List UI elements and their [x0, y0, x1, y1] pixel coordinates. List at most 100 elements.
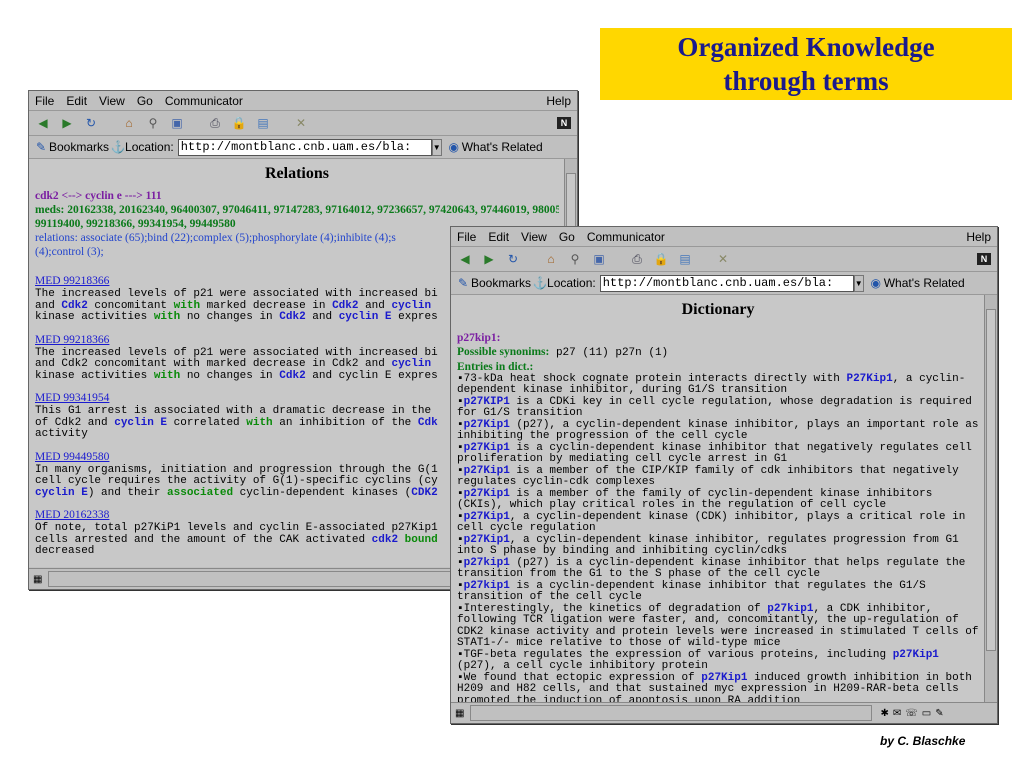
- bullet-icon: ▪: [457, 487, 464, 500]
- bookmarks-icon[interactable]: ✎: [35, 139, 47, 155]
- print-icon[interactable]: ⎙: [629, 251, 645, 267]
- dictionary-entry: ▪p27Kip1, a cyclin-dependent kinase inhi…: [457, 533, 959, 557]
- bullet-icon: ▪: [457, 395, 464, 408]
- entries-label: Entries in dict.:: [457, 360, 534, 373]
- author-credit: by C. Blaschke: [880, 734, 966, 748]
- url-dropdown-icon[interactable]: ▼: [853, 274, 864, 292]
- url-input[interactable]: http://montblanc.cnb.uam.es/bla:: [599, 274, 854, 292]
- dictionary-entry: ▪p27Kip1 (p27), a cyclin-dependent kinas…: [457, 418, 979, 442]
- location-icon: ⚓: [532, 276, 548, 290]
- navigation-toolbar: ◀ ▶ ↻ ⌂ ⚲ ▣ ⎙ 🔒 ▤ ✕ N: [29, 111, 577, 136]
- discussions-icon[interactable]: ☏: [905, 708, 922, 719]
- stop-icon[interactable]: ✕: [293, 115, 309, 131]
- search-icon[interactable]: ⚲: [567, 251, 583, 267]
- home-icon[interactable]: ⌂: [121, 115, 137, 131]
- whats-related-button[interactable]: What's Related: [462, 140, 543, 154]
- bullet-icon: ▪: [457, 464, 464, 477]
- dictionary-content: Dictionary p27kip1: Possible synonims: p…: [451, 295, 985, 703]
- med-link[interactable]: MED 99218366: [35, 275, 109, 287]
- med-link[interactable]: MED 20162338: [35, 509, 109, 521]
- composer-icon[interactable]: ▭: [922, 708, 935, 719]
- reload-icon[interactable]: ↻: [83, 115, 99, 131]
- browser-window-dictionary: File Edit View Go Communicator Help ◀ ▶ …: [450, 226, 998, 724]
- dictionary-entry: ▪p27kip1 is a cyclin-dependent kinase in…: [457, 579, 926, 603]
- reload-icon[interactable]: ↻: [505, 251, 521, 267]
- page-title: Relations: [265, 165, 329, 182]
- print-icon[interactable]: ⎙: [207, 115, 223, 131]
- shop-icon[interactable]: ▤: [255, 115, 271, 131]
- menu-help[interactable]: Help: [966, 230, 991, 244]
- menu-go[interactable]: Go: [559, 230, 575, 244]
- menu-communicator[interactable]: Communicator: [165, 94, 243, 108]
- dictionary-entry: ▪p27Kip1, a cyclin-dependent kinase (CDK…: [457, 510, 966, 534]
- bullet-icon: ▪: [457, 602, 464, 615]
- navigator-icon[interactable]: ✱: [880, 708, 892, 719]
- bookmarks-icon[interactable]: ✎: [457, 275, 469, 291]
- page-title: Dictionary: [681, 301, 755, 318]
- whats-related-button[interactable]: What's Related: [884, 276, 965, 290]
- forward-icon[interactable]: ▶: [481, 251, 497, 267]
- menu-file[interactable]: File: [457, 230, 476, 244]
- menu-view[interactable]: View: [521, 230, 547, 244]
- menu-edit[interactable]: Edit: [488, 230, 509, 244]
- netscape-icon[interactable]: ▣: [169, 115, 185, 131]
- shop-icon[interactable]: ▤: [677, 251, 693, 267]
- med-link[interactable]: MED 99341954: [35, 392, 109, 404]
- back-icon[interactable]: ◀: [35, 115, 51, 131]
- netscape-logo-icon: N: [557, 117, 571, 129]
- whats-related-icon[interactable]: ◉: [448, 139, 460, 155]
- url-input[interactable]: http://montblanc.cnb.uam.es/bla:: [177, 138, 432, 156]
- status-field: [470, 705, 873, 721]
- bullet-icon: ▪: [457, 441, 464, 454]
- synonyms-line: Possible synonims: p27 (11) p27n (1): [457, 346, 669, 359]
- dictionary-entry: ▪p27KIP1 is a CDKi key in cell cycle reg…: [457, 395, 972, 419]
- location-bar: ✎ Bookmarks ⚓ Location: http://montblanc…: [451, 272, 997, 295]
- menu-view[interactable]: View: [99, 94, 125, 108]
- search-icon[interactable]: ⚲: [145, 115, 161, 131]
- edit-icon[interactable]: ✎: [935, 708, 947, 719]
- back-icon[interactable]: ◀: [457, 251, 473, 267]
- bullet-icon: ▪: [457, 418, 464, 431]
- banner-line-2: through terms: [723, 66, 889, 96]
- bullet-icon: ▪: [457, 648, 464, 661]
- mail-icon[interactable]: ✉: [893, 708, 905, 719]
- menu-edit[interactable]: Edit: [66, 94, 87, 108]
- dictionary-entry: ▪p27kip1 (p27) is a cyclin-dependent kin…: [457, 556, 966, 580]
- home-icon[interactable]: ⌂: [543, 251, 559, 267]
- url-dropdown-icon[interactable]: ▼: [431, 138, 442, 156]
- title-banner: Organized Knowledge through terms: [600, 28, 1012, 100]
- security-icon[interactable]: 🔒: [653, 251, 669, 267]
- dictionary-term: p27kip1:: [457, 332, 501, 344]
- bullet-icon: ▪: [457, 372, 464, 385]
- meds-list: meds: 20162338, 20162340, 96400307, 9704…: [35, 204, 559, 216]
- scroll-thumb[interactable]: [986, 309, 996, 651]
- location-bar: ✎ Bookmarks ⚓ Location: http://montblanc…: [29, 136, 577, 159]
- dictionary-entry: ▪We found that ectopic expression of p27…: [457, 671, 972, 703]
- menu-help[interactable]: Help: [546, 94, 571, 108]
- security-status-icon[interactable]: ▦: [33, 574, 42, 585]
- bookmarks-button[interactable]: Bookmarks: [49, 140, 109, 154]
- menu-file[interactable]: File: [35, 94, 54, 108]
- banner-line-1: Organized Knowledge: [677, 32, 935, 62]
- forward-icon[interactable]: ▶: [59, 115, 75, 131]
- menu-go[interactable]: Go: [137, 94, 153, 108]
- bullet-icon: ▪: [457, 671, 464, 684]
- stop-icon[interactable]: ✕: [715, 251, 731, 267]
- dictionary-entry: ▪p27Kip1 is a member of the family of cy…: [457, 487, 933, 511]
- security-icon[interactable]: 🔒: [231, 115, 247, 131]
- security-status-icon[interactable]: ▦: [455, 708, 464, 719]
- med-link[interactable]: MED 99449580: [35, 451, 109, 463]
- dictionary-entries: ▪73-kDa heat shock cognate protein inter…: [457, 372, 979, 703]
- whats-related-icon[interactable]: ◉: [870, 275, 882, 291]
- netscape-logo-icon: N: [977, 253, 991, 265]
- bookmarks-button[interactable]: Bookmarks: [471, 276, 531, 290]
- bullet-icon: ▪: [457, 510, 464, 523]
- menu-bar: File Edit View Go Communicator Help: [451, 227, 997, 247]
- netscape-icon[interactable]: ▣: [591, 251, 607, 267]
- location-icon: ⚓: [110, 140, 126, 154]
- vertical-scrollbar[interactable]: [984, 295, 997, 703]
- dictionary-entry: ▪TGF-beta regulates the expression of va…: [457, 648, 939, 672]
- dictionary-entry: ▪Interestingly, the kinetics of degradat…: [457, 602, 979, 649]
- menu-communicator[interactable]: Communicator: [587, 230, 665, 244]
- med-link[interactable]: MED 99218366: [35, 334, 109, 346]
